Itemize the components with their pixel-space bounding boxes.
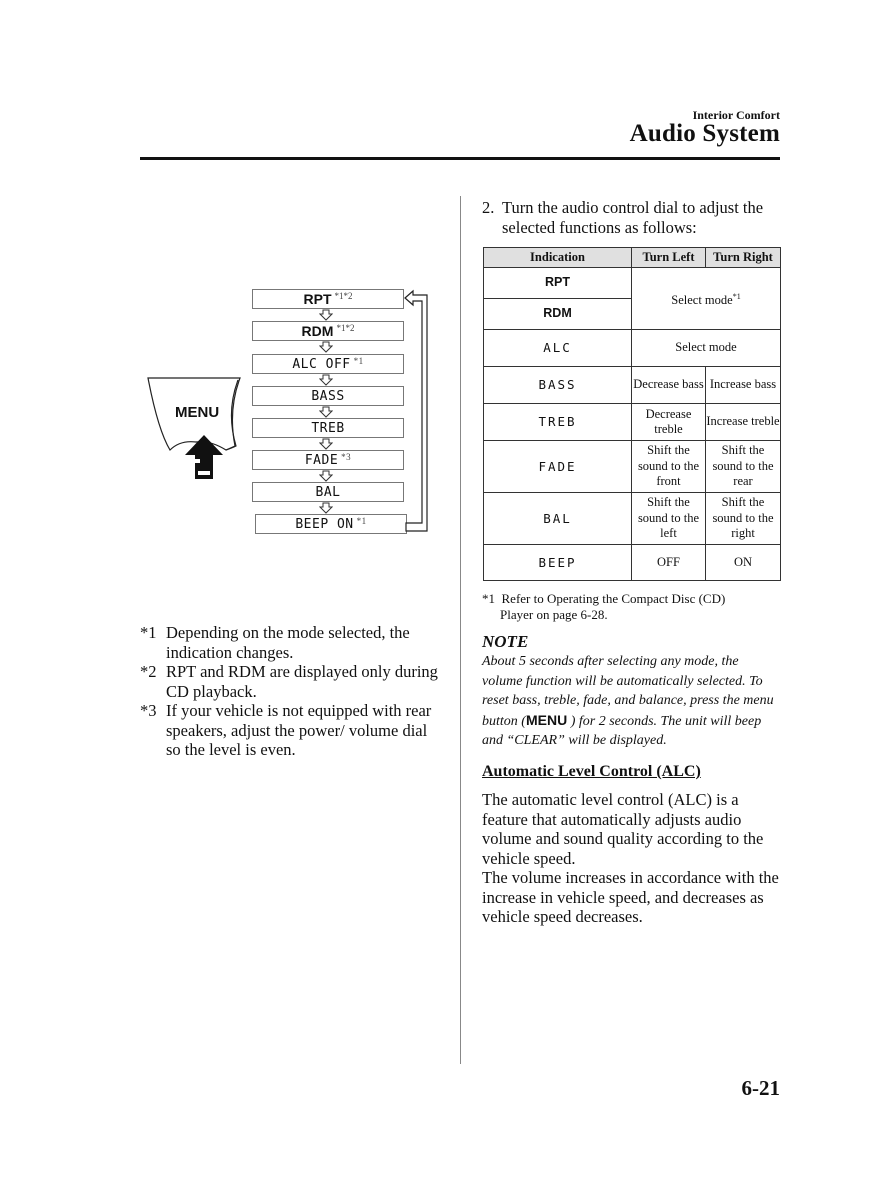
indication-treb: TREB — [483, 403, 632, 441]
down-arrow-icon — [319, 309, 333, 321]
footnote-mark: *1 — [482, 591, 495, 606]
down-arrow-icon — [319, 502, 333, 514]
flow-label: FADE — [304, 452, 339, 468]
step-number: 2. — [482, 198, 495, 217]
indication-bass: BASS — [483, 366, 632, 404]
menu-button-reference: MENU — [525, 711, 568, 728]
action-text: Select mode — [671, 292, 733, 307]
table-row: FADE Shift the sound to the front Shift … — [483, 440, 781, 493]
action-select-mode: Select mode — [631, 329, 781, 367]
indication-alc: ALC — [483, 329, 632, 367]
flow-note: *1 — [356, 516, 367, 526]
table-row: TREB Decrease treble Increase treble — [483, 403, 781, 441]
flow-label: TREB — [311, 420, 345, 436]
page-number: 6-21 — [741, 1076, 781, 1100]
flow-item-beep-on: BEEP ON *1 — [255, 514, 407, 534]
turn-left-cell: Decrease bass — [631, 366, 706, 404]
indication-beep: BEEP — [483, 544, 632, 581]
flow-item-rdm: RDM *1*2 — [252, 321, 404, 341]
turn-right-cell: ON — [705, 544, 781, 581]
turn-left-cell: Shift the sound to the left — [631, 492, 706, 545]
turn-right-cell: Shift the sound to the right — [705, 492, 781, 545]
table-row: RPT Select mode*1 — [483, 267, 781, 330]
header-indication: Indication — [483, 247, 632, 268]
table-row: BASS Decrease bass Increase bass — [483, 366, 781, 404]
turn-left-cell: OFF — [631, 544, 706, 581]
indication-rpt: RPT — [483, 267, 632, 299]
turn-left-cell: Decrease treble — [631, 403, 706, 441]
down-arrow-icon — [319, 341, 333, 353]
step-text-line: selected functions as follows: — [502, 218, 697, 237]
adjustment-table: Indication Turn Left Turn Right RPT Sele… — [483, 247, 781, 581]
flow-label: RDM — [301, 323, 334, 339]
up-arrow-icon — [185, 435, 223, 479]
alc-paragraph: The automatic level control (ALC) is a f… — [482, 790, 764, 868]
down-arrow-icon — [319, 470, 333, 482]
page-title: Audio System — [629, 120, 780, 147]
indication-rdm: RDM — [483, 298, 632, 330]
flow-item-rpt: RPT *1*2 — [252, 289, 404, 309]
note-title: NOTE — [482, 632, 529, 651]
header-turn-right: Turn Right — [705, 247, 781, 268]
flow-item-bass: BASS — [252, 386, 404, 406]
flow-note: *1 — [353, 356, 364, 366]
alc-paragraph: The volume increases in accordance with … — [482, 868, 779, 926]
turn-left-cell: Shift the sound to the front — [631, 440, 706, 493]
flow-item-fade: FADE *3 — [252, 450, 404, 470]
footnote-mark: *3 — [140, 701, 157, 720]
table-row: BEEP OFF ON — [483, 544, 781, 581]
footnote-item: *3 If your vehicle is not equipped with r… — [140, 701, 440, 760]
header-rule — [140, 157, 780, 160]
footnote-item: *2 RPT and RDM are displayed only during … — [140, 662, 440, 701]
down-arrow-icon — [319, 406, 333, 418]
footnote-text: RPT and RDM are displayed only during CD… — [166, 662, 438, 701]
indication-bal: BAL — [483, 492, 632, 545]
flow-note: *1*2 — [336, 323, 355, 333]
flow-item-treb: TREB — [252, 418, 404, 438]
step-instruction: 2. Turn the audio control dial to adjust … — [482, 198, 782, 238]
note-body: About 5 seconds after selecting any mode… — [482, 652, 782, 751]
flow-label: BEEP ON — [295, 516, 354, 532]
header-turn-left: Turn Left — [631, 247, 706, 268]
flow-label: RPT — [303, 291, 332, 307]
down-arrow-icon — [319, 374, 333, 386]
loop-back-arrow-icon — [404, 289, 428, 532]
flow-label: BASS — [311, 388, 345, 404]
flow-item-alc-off: ALC OFF *1 — [252, 354, 404, 374]
alc-description: The automatic level control (ALC) is a f… — [482, 790, 787, 927]
footnote-mark: *1 — [140, 623, 157, 642]
flow-label: BAL — [315, 484, 341, 500]
action-select-mode: Select mode*1 — [631, 267, 781, 330]
footnote-item: *1 Depending on the mode selected, the in… — [140, 623, 440, 662]
turn-right-cell: Increase treble — [705, 403, 781, 441]
step-text-line: Turn the audio control dial to adjust th… — [502, 198, 764, 217]
flow-label: ALC OFF — [292, 356, 351, 372]
indication-fade: FADE — [483, 440, 632, 493]
turn-right-cell: Shift the sound to the rear — [705, 440, 781, 493]
footnote-text: Depending on the mode selected, the indi… — [166, 623, 410, 662]
footnote-text: Refer to Operating the Compact Disc (CD) — [501, 591, 726, 606]
footnote-text: If your vehicle is not equipped with rea… — [166, 701, 432, 759]
column-divider — [460, 196, 461, 1064]
menu-button-label: MENU — [175, 404, 220, 421]
footnote-mark: *2 — [140, 662, 157, 681]
turn-right-cell: Increase bass — [705, 366, 781, 404]
action-note: *1 — [732, 291, 741, 301]
table-header-row: Indication Turn Left Turn Right — [483, 247, 781, 268]
diagram-footnotes: *1 Depending on the mode selected, the in… — [140, 623, 440, 760]
flow-item-bal: BAL — [252, 482, 404, 502]
flow-note: *3 — [341, 452, 352, 462]
table-footnote: *1 Refer to Operating the Compact Disc (… — [482, 591, 782, 623]
alc-heading: Automatic Level Control (ALC) — [482, 763, 701, 780]
table-row: ALC Select mode — [483, 329, 781, 367]
table-row: BAL Shift the sound to the left Shift th… — [483, 492, 781, 545]
footnote-text: Player on page 6-28. — [500, 607, 608, 622]
down-arrow-icon — [319, 438, 333, 450]
flow-note: *1*2 — [334, 291, 353, 301]
